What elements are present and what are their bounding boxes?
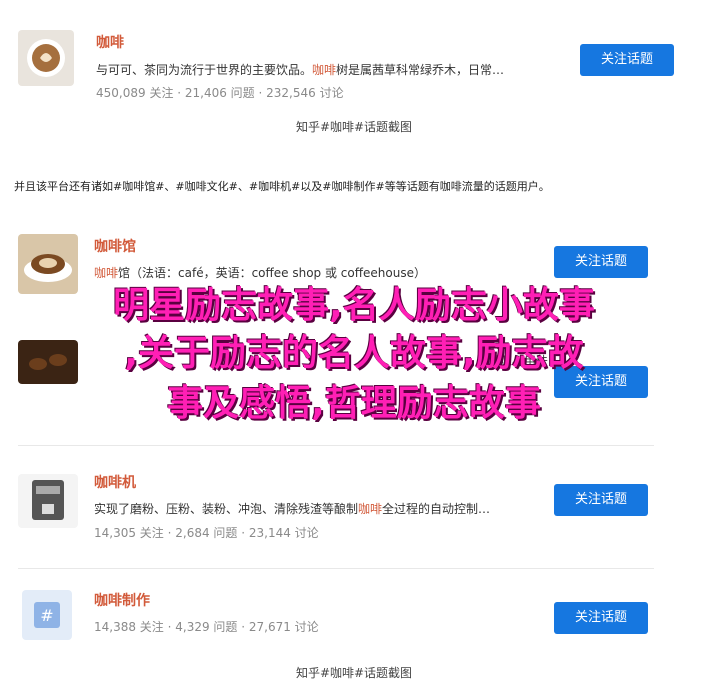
topic-stats: 14,305 关注 · 2,684 问题 · 23,144 讨论 <box>94 526 319 540</box>
topic-title[interactable]: 咖啡机 <box>94 472 136 492</box>
topic-description: 与可可、茶同为流行于世界的主要饮品。咖啡树是属茜草科常绿乔木，日常… <box>96 63 505 77</box>
topic-card-coffee-making: # 咖啡制作 14,388 关注 · 4,329 问题 · 27,671 讨论 … <box>16 586 692 646</box>
topic-description: 咖啡馆（法语：café，英语：coffee shop 或 coffeehouse… <box>94 266 426 280</box>
coffee-cup-latte-art-icon <box>18 30 74 86</box>
topic-stats: 450,089 关注 · 21,406 问题 · 232,546 讨论 <box>96 86 344 100</box>
screenshot-caption: 知乎#咖啡#话题截图 <box>295 666 413 680</box>
topic-card-coffee: 咖啡 与可可、茶同为流行于世界的主要饮品。咖啡树是属茜草科常绿乔木，日常… 45… <box>16 28 692 106</box>
espresso-machine-icon <box>18 474 78 528</box>
svg-text:#: # <box>40 606 53 625</box>
overlay-headline-line-3: 事及感悟,哲理励志故事 <box>167 383 541 424</box>
topic-title[interactable]: 咖啡馆 <box>94 236 136 256</box>
follow-topic-button[interactable]: 关注话题 <box>554 484 648 516</box>
hash-tag-icon: # <box>22 590 72 640</box>
topic-title[interactable]: 咖啡制作 <box>94 590 150 610</box>
follow-topic-button[interactable]: 关注话题 <box>580 44 674 76</box>
topic-title[interactable]: 咖啡 <box>96 32 124 52</box>
topic-description: 实现了磨粉、压粉、装粉、冲泡、清除残渣等酿制咖啡全过程的自动控制… <box>94 502 491 516</box>
overlay-headline-line-2: ,关于励志的名人故事,励志故 <box>124 333 584 374</box>
topic-stats: 14,388 关注 · 4,329 问题 · 27,671 讨论 <box>94 620 319 634</box>
screenshot-caption: 知乎#咖啡#话题截图 <box>295 120 413 134</box>
topic-card-coffee-machine: 咖啡机 实现了磨粉、压粉、装粉、冲泡、清除残渣等酿制咖啡全过程的自动控制… 14… <box>16 468 692 540</box>
body-paragraph: 并且该平台还有诸如#咖啡馆#、#咖啡文化#、#咖啡机#以及#咖啡制作#等等话题有… <box>14 180 550 193</box>
divider <box>18 568 654 569</box>
follow-topic-button[interactable]: 关注话题 <box>554 602 648 634</box>
divider <box>18 445 654 446</box>
follow-topic-button[interactable]: 关注话题 <box>554 246 648 278</box>
overlay-headline-line-1: 明星励志故事,名人励志小故事 <box>113 285 595 326</box>
